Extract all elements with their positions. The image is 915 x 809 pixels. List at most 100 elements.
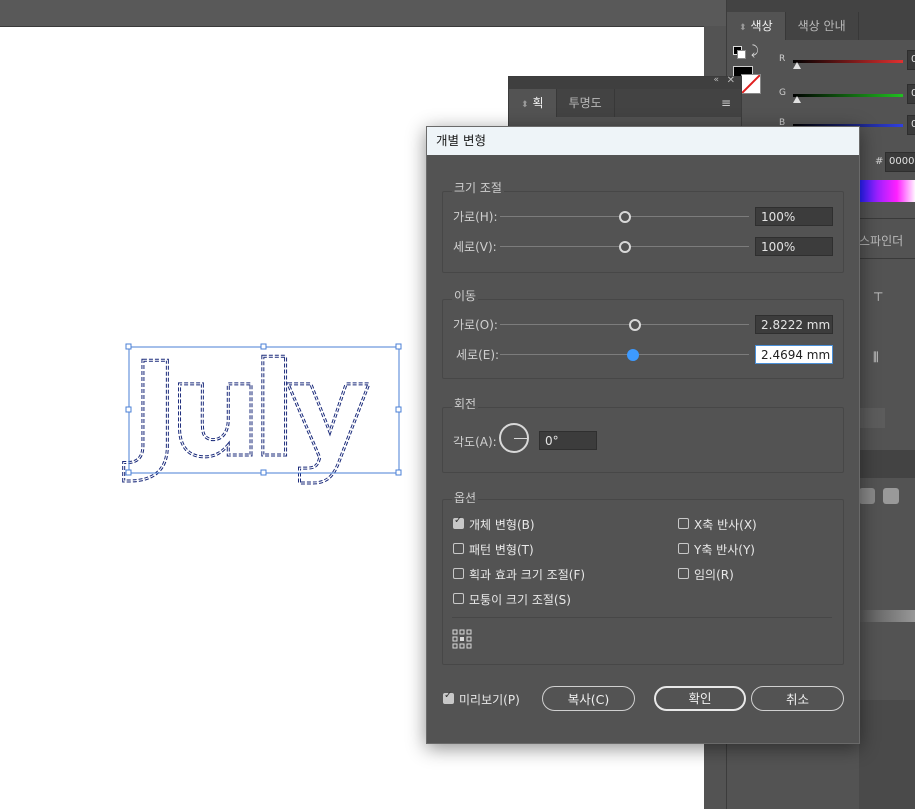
reflect-x-checkbox[interactable] [678,518,689,529]
stroke-swatch[interactable] [741,74,761,94]
handle-bottom-right[interactable] [395,469,402,476]
transform-patterns-label[interactable]: 패턴 변형(T) [469,541,534,558]
red-value[interactable]: 0 [907,50,915,70]
handle-bottom-left[interactable] [125,469,132,476]
preview-checkbox[interactable] [443,690,454,704]
transform-objects-checkbox[interactable] [453,515,464,529]
move-h-label: 가로(O): [453,318,498,332]
tab-color-label: 색상 [750,19,773,33]
cancel-button[interactable]: 취소 [751,686,844,711]
random-checkbox[interactable] [678,568,689,579]
handle-bottom[interactable] [260,469,267,476]
red-label: R [779,54,786,64]
reference-point-icon[interactable] [452,629,472,652]
scale-strokes-label[interactable]: 획과 효과 크기 조절(F) [469,566,585,583]
tab-transparency-label: 투명도 [568,96,602,110]
scale-h-knob[interactable] [619,211,631,223]
transform-patterns-checkbox[interactable] [453,543,464,554]
handle-top[interactable] [260,343,267,350]
scale-group [442,191,844,273]
transform-each-dialog: 개별 변형 크기 조절 가로(H): 100% 세로(V): 100% 이동 가… [426,126,860,744]
gradient-radial-icon[interactable] [859,488,875,504]
ok-button[interactable]: 확인 [654,686,746,711]
align-top-icon[interactable]: ⊤ [873,290,887,304]
color-panel-tabbar: ⬍ 색상 색상 안내 [727,0,915,40]
options-title: 옵션 [452,489,479,506]
rotate-angle-field[interactable]: 0° [539,431,597,450]
red-track [793,60,903,63]
move-v-field[interactable]: 2.4694 mm [755,345,833,364]
scale-v-knob[interactable] [619,241,631,253]
panel-lower-area [859,700,915,809]
move-h-field[interactable]: 2.8222 mm [755,315,833,334]
preview-label[interactable]: 미리보기(P) [459,691,520,708]
reflect-y-label[interactable]: Y축 반사(Y) [694,541,755,558]
scale-v-label: 세로(V): [453,240,497,254]
move-h-knob[interactable] [629,319,641,331]
pathfinder-tab[interactable]: 스파인더 [859,232,903,249]
swap-colors-icon[interactable]: ⤸ [751,44,759,59]
reflect-y-checkbox[interactable] [678,543,689,554]
handle-top-left[interactable] [125,343,132,350]
close-icon[interactable]: ✕ [727,75,735,86]
gradient-freeform-icon[interactable] [883,488,899,504]
artboard-edge [0,26,704,27]
scale-v-field[interactable]: 100% [755,237,833,256]
angle-dial-icon[interactable] [499,423,529,453]
green-knob[interactable] [793,96,801,103]
gradient-bar[interactable] [859,610,915,622]
move-title: 이동 [452,287,479,304]
distribute-icon[interactable]: ⫼ [873,350,887,364]
green-label: G [779,88,786,98]
green-track [793,94,903,97]
hex-label: # [875,156,884,167]
scale-strokes-checkbox[interactable] [453,568,464,579]
copy-button[interactable]: 복사(C) [542,686,635,711]
move-v-label: 세로(E): [456,348,500,362]
default-colors-icon[interactable] [733,46,746,59]
tab-color-guide[interactable]: 색상 안내 [785,12,859,40]
dialog-title: 개별 변형 [427,127,859,155]
stroke-panel-titlebar: « ✕ [509,75,741,89]
scale-h-label: 가로(H): [453,210,498,224]
scale-corners-label[interactable]: 모퉁이 크기 조절(S) [469,591,571,608]
selected-artwork[interactable]: July July [122,333,402,488]
scale-h-field[interactable]: 100% [755,207,833,226]
move-h-slider[interactable] [500,324,749,325]
tab-transparency[interactable]: 투명도 [556,89,615,117]
stroke-panel-tabbar: ⬍ 획 투명도 ≡ [509,89,741,117]
panel-grip-icon: ⬍ [739,23,747,33]
rotate-angle-label: 각도(A): [453,435,497,449]
green-value[interactable]: 0 [907,84,915,104]
tab-stroke-label: 획 [532,96,544,110]
rotate-title: 회전 [452,395,479,412]
move-group [442,299,844,379]
color-spectrum[interactable] [859,180,915,202]
collapse-icon[interactable]: « [713,75,719,85]
scale-corners-checkbox[interactable] [453,593,464,604]
panel-menu-icon[interactable]: ≡ [721,89,741,117]
tab-color[interactable]: ⬍ 색상 [727,12,786,40]
transform-objects-label[interactable]: 개체 변형(B) [469,516,535,533]
handle-right[interactable] [395,406,402,413]
tab-stroke[interactable]: ⬍ 획 [509,89,557,117]
panel-field [859,408,885,428]
july-outline-text: July July [122,333,402,488]
tab-color-guide-label: 색상 안내 [797,19,846,33]
random-label[interactable]: 임의(R) [694,566,734,583]
blue-value[interactable]: 0 [907,115,915,135]
handle-left[interactable] [125,406,132,413]
red-slider[interactable]: R [779,54,909,70]
green-slider[interactable]: G [779,88,909,104]
hex-input[interactable]: 000000 [885,152,915,172]
scale-title: 크기 조절 [452,179,504,196]
options-divider [452,617,832,618]
red-knob[interactable] [793,62,801,69]
move-v-slider[interactable] [500,354,749,355]
handle-top-right[interactable] [395,343,402,350]
panel-grip-icon: ⬍ [521,100,529,110]
reflect-x-label[interactable]: X축 반사(X) [694,516,757,533]
panel-header [859,450,915,478]
july-inner-outline: July [123,334,369,486]
move-v-knob[interactable] [627,349,639,361]
